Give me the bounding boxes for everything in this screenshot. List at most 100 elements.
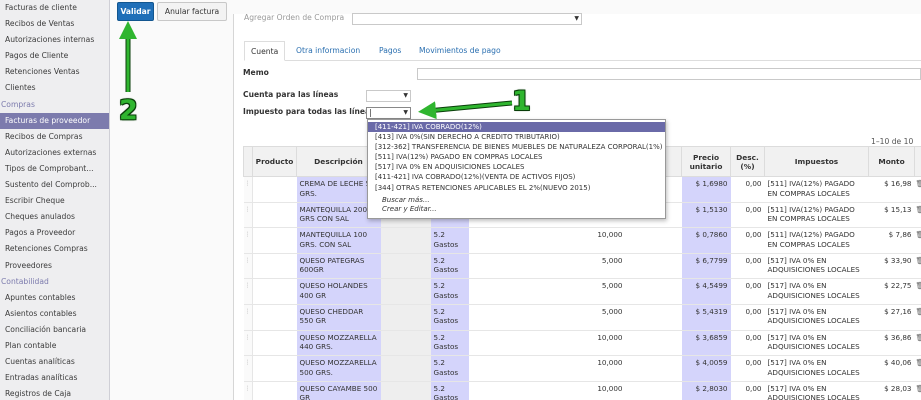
producto-cell — [252, 278, 297, 305]
sidebar-item[interactable]: Registros de Caja — [0, 386, 109, 400]
trash-icon[interactable]: 🗑 — [914, 355, 921, 382]
impuestos-cell: [517] IVA 0% EN ADQUISICIONES LOCALES — [764, 253, 869, 280]
dropdown-option[interactable]: [312-362] TRANSFERENCIA DE BIENES MUEBLE… — [368, 142, 665, 152]
table-row[interactable]: ⋮ QUESO HOLANDES 400 GR 5.2 Gastos 5,000 $ 4… — [243, 278, 921, 305]
dropdown-option[interactable]: [411-421] IVA COBRADO(12%) — [368, 122, 665, 133]
text-cursor: | — [369, 108, 372, 117]
sidebar-item[interactable]: Pagos a Proveedor — [0, 225, 109, 241]
sidebar-item[interactable]: Escribir Cheque — [0, 193, 109, 209]
sidebar-item[interactable]: Entradas analíticas — [0, 370, 109, 386]
grupo-cell: 5.2 Gastos — [430, 355, 469, 382]
cuenta-cell — [380, 381, 431, 400]
sidebar-item[interactable]: Pagos de Cliente — [0, 48, 109, 64]
trash-icon[interactable]: 🗑 — [914, 330, 921, 357]
monto-header[interactable]: Monto — [868, 146, 915, 177]
precio-unitario-cell: $ 4,5499 — [681, 278, 731, 305]
sidebar-item[interactable]: Conciliación bancaria — [0, 322, 109, 338]
dropdown-crear-editar[interactable]: Crear y Editar... — [368, 205, 665, 215]
anular-factura-button[interactable]: Anular factura — [157, 2, 227, 21]
dropdown-option[interactable]: [344] OTRAS RETENCIONES APLICABLES EL 2%… — [368, 183, 665, 193]
purchase-order-label: Agregar Orden de Compra — [244, 13, 345, 22]
grupo-cell: 5.2 Gastos — [430, 278, 469, 305]
monto-cell: $ 15,13 — [868, 202, 915, 229]
trash-icon[interactable]: 🗑 — [914, 278, 921, 305]
row-handle[interactable]: ⋮ — [243, 355, 253, 382]
tab-movimientos-de-pago[interactable]: Movimientos de pago — [413, 41, 507, 61]
tab-cuenta[interactable]: Cuenta — [244, 41, 286, 61]
grupo-cell: 5.2 Gastos — [430, 227, 469, 254]
dropdown-option[interactable]: [413] IVA 0%(SIN DERECHO A CREDITO TRIBU… — [368, 132, 665, 142]
blank-cell — [468, 304, 584, 331]
tab-otra-informacion[interactable]: Otra informacion — [290, 41, 366, 61]
impuesto-lineas-select[interactable]: | ▼ — [366, 107, 411, 119]
descuento-header[interactable]: Desc. (%) — [730, 146, 765, 177]
trash-icon[interactable]: 🗑 — [914, 304, 921, 331]
unidad-cell — [625, 227, 682, 254]
sidebar-item[interactable]: Autorizaciones internas — [0, 32, 109, 48]
row-handle[interactable]: ⋮ — [243, 253, 253, 280]
descripcion-cell: QUESO CHEDDAR 550 GR — [296, 304, 381, 331]
purchase-order-select[interactable]: ▼ — [352, 13, 582, 25]
precio-unitario-cell: $ 3,6859 — [681, 330, 731, 357]
sidebar-item[interactable]: Proveedores — [0, 258, 109, 274]
table-row[interactable]: ⋮ QUESO MOZZARELLA 440 GRS. 5.2 Gastos 10,0… — [243, 330, 921, 357]
producto-cell — [252, 330, 297, 357]
row-handle[interactable]: ⋮ — [243, 202, 253, 229]
precio-unitario-cell: $ 0,7860 — [681, 227, 731, 254]
table-row[interactable]: ⋮ QUESO MOZZARELLA 500 GRS. 5.2 Gastos 10,0… — [243, 355, 921, 382]
row-handle[interactable]: ⋮ — [243, 330, 253, 357]
sidebar-item[interactable]: Recibos de Compras — [0, 129, 109, 145]
producto-cell — [252, 304, 297, 331]
trash-icon[interactable]: 🗑 — [914, 227, 921, 254]
table-row[interactable]: ⋮ MANTEQUILLA 100 GRS. CON SAL 5.2 Gastos 1… — [243, 227, 921, 254]
unidad-cell — [625, 253, 682, 280]
row-handle[interactable]: ⋮ — [243, 227, 253, 254]
sidebar-section-contabilidad: Contabilidad — [1, 276, 49, 286]
monto-cell: $ 22,75 — [868, 278, 915, 305]
dropdown-option[interactable]: [511] IVA(12%) PAGADO EN COMPRAS LOCALES — [368, 152, 665, 162]
sidebar-item[interactable]: Apuntes contables — [0, 290, 109, 306]
producto-header[interactable]: Producto — [252, 146, 297, 177]
sidebar-item[interactable]: Cheques anulados — [0, 209, 109, 225]
sidebar-item[interactable]: Facturas de proveedor — [0, 112, 109, 129]
table-row[interactable]: ⋮ QUESO CHEDDAR 550 GR 5.2 Gastos 5,000 $ 5,… — [243, 304, 921, 331]
sidebar-item[interactable]: Retenciones Compras — [0, 241, 109, 257]
dropdown-buscar-mas[interactable]: Buscar más... — [368, 196, 665, 206]
monto-cell: $ 7,86 — [868, 227, 915, 254]
trash-icon[interactable]: 🗑 — [914, 176, 921, 203]
sidebar-item[interactable]: Cuentas analíticas — [0, 354, 109, 370]
sidebar-item[interactable]: Tipos de Comprobant... — [0, 161, 109, 177]
sidebar-item[interactable]: Asientos contables — [0, 306, 109, 322]
validar-button[interactable]: Validar — [117, 2, 154, 21]
blank-cell — [468, 278, 584, 305]
chevron-down-icon: ▼ — [403, 92, 408, 99]
producto-cell — [252, 227, 297, 254]
dropdown-option[interactable]: [411-421] IVA COBRADO(12%)(VENTA DE ACTI… — [368, 172, 665, 182]
sidebar-item[interactable]: Autorizaciones externas — [0, 145, 109, 161]
trash-icon[interactable]: 🗑 — [914, 253, 921, 280]
cuenta-lineas-select[interactable]: ▼ — [366, 90, 411, 102]
row-handle[interactable]: ⋮ — [243, 278, 253, 305]
precio-unitario-header[interactable]: Precio unitario — [681, 146, 731, 177]
dropdown-option[interactable]: [517] IVA 0% EN ADQUISICIONES LOCALES — [368, 162, 665, 172]
row-handle[interactable]: ⋮ — [243, 304, 253, 331]
sidebar-item[interactable]: Facturas de cliente — [0, 0, 109, 16]
trash-icon[interactable]: 🗑 — [914, 381, 921, 400]
row-handle[interactable]: ⋮ — [243, 176, 253, 203]
sidebar-item[interactable]: Retenciones Ventas — [0, 64, 109, 80]
table-row[interactable]: ⋮ QUESO CAYAMBE 500 GR 5.2 Gastos 10,000 $ 2… — [243, 381, 921, 400]
sidebar-item[interactable]: Clientes — [0, 80, 109, 96]
sidebar-item[interactable]: Plan contable — [0, 338, 109, 354]
sidebar-item[interactable]: Recibos de Ventas — [0, 16, 109, 32]
tab-pagos[interactable]: Pagos — [373, 41, 407, 61]
table-row[interactable]: ⋮ QUESO PATEGRAS 600GR 5.2 Gastos 5,000 $ 6,… — [243, 253, 921, 280]
monto-cell: $ 33,90 — [868, 253, 915, 280]
trash-icon[interactable]: 🗑 — [914, 202, 921, 229]
grupo-cell: 5.2 Gastos — [430, 330, 469, 357]
impuestos-header[interactable]: Impuestos — [764, 146, 869, 177]
memo-field[interactable] — [417, 68, 921, 80]
sidebar-item[interactable]: Sustento del Comprob... — [0, 177, 109, 193]
delete-header — [914, 146, 921, 177]
monto-cell: $ 40,06 — [868, 355, 915, 382]
row-handle[interactable]: ⋮ — [243, 381, 253, 400]
